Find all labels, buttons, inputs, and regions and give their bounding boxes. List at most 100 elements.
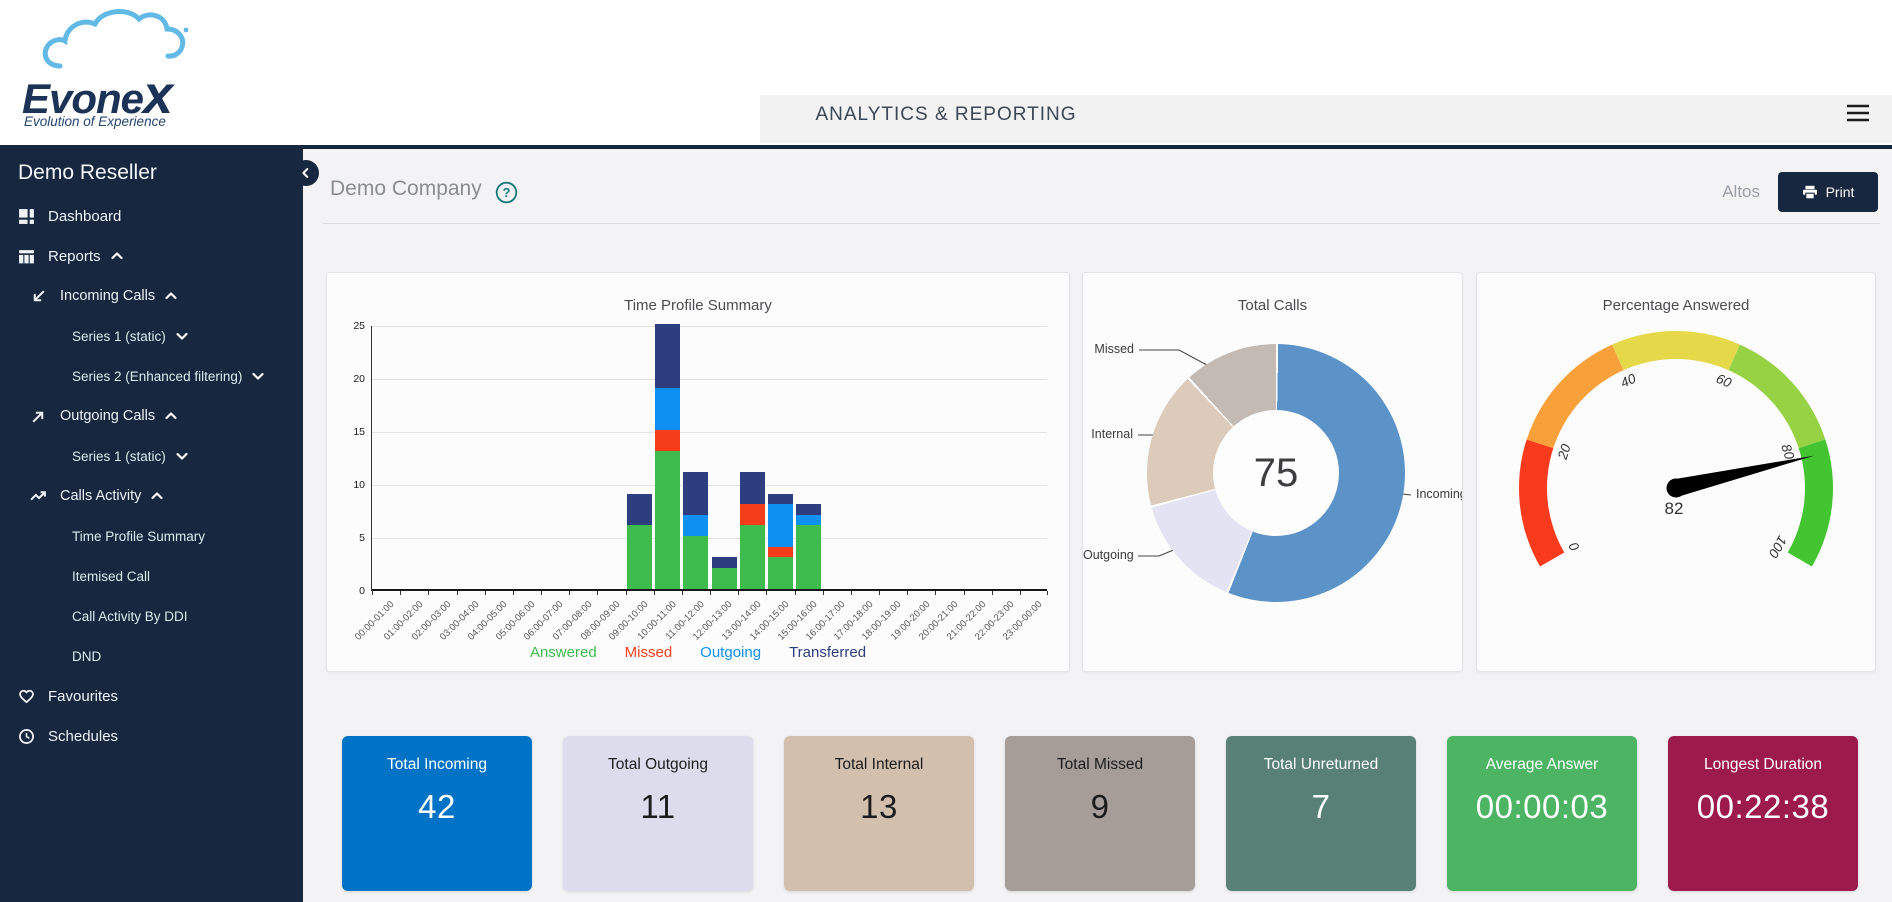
sidebar-item-dnd[interactable]: DND [72, 641, 101, 671]
kpi-card-total-outgoing: Total Outgoing 11 [563, 736, 753, 891]
activity-icon [30, 488, 47, 505]
sidebar-item-label: Itemised Call [72, 569, 150, 584]
sidebar-item-series-1-static-[interactable]: Series 1 (static) [72, 321, 189, 351]
bar-segment-answered [740, 525, 765, 589]
chevron-up-icon [164, 409, 178, 423]
reseller-title: Demo Reseller [18, 161, 157, 185]
sidebar-item-label: Incoming Calls [60, 288, 155, 304]
legend-item-answered: Answered [530, 644, 597, 661]
sidebar-item-label: DND [72, 649, 101, 664]
y-tick-label: 15 [333, 426, 365, 438]
gauge-chart: 02040608010082 [1477, 273, 1877, 673]
company-name: Demo Company [330, 177, 482, 201]
bar-segment-outgoing [768, 504, 793, 546]
bar-segment-transferred [740, 472, 765, 504]
x-tick [992, 591, 993, 595]
x-tick [710, 591, 711, 595]
context-label: Altos [1722, 182, 1760, 202]
help-icon[interactable]: ? [495, 181, 518, 204]
kpi-cards-row: Total Incoming 42 Total Outgoing 11 Total In… [342, 736, 1858, 891]
y-tick-label: 5 [333, 532, 365, 544]
gauge-tick-label: 20 [1554, 442, 1573, 462]
page-title: ANALYTICS & REPORTING [0, 104, 1892, 126]
bar-segment-answered [712, 568, 737, 589]
print-button[interactable]: Print [1778, 172, 1878, 212]
kpi-label: Total Outgoing [593, 755, 723, 776]
x-tick [879, 591, 880, 595]
sidebar-item-label: Time Profile Summary [72, 529, 205, 544]
sidebar-item-label: Reports [48, 248, 101, 265]
gauge-tick-label: 100 [1765, 533, 1789, 560]
sidebar-item-label: Series 1 (static) [72, 449, 166, 464]
total-calls-value: 75 [1254, 451, 1299, 496]
gauge-band-40-60 [1612, 331, 1740, 370]
kpi-value: 00:22:38 [1668, 788, 1858, 826]
sidebar-item-outgoing-calls[interactable]: Outgoing Calls [30, 401, 178, 431]
bar-segment-outgoing [683, 515, 708, 536]
bar-segment-missed [655, 430, 680, 451]
sidebar-item-time-profile-summary[interactable]: Time Profile Summary [72, 521, 205, 551]
hamburger-menu-icon[interactable] [1844, 101, 1872, 127]
gauge-band-0-20 [1519, 439, 1564, 566]
gridline [372, 538, 1047, 539]
bar-segment-missed [768, 547, 793, 558]
chevron-down-icon [251, 369, 265, 383]
x-tick [738, 591, 739, 595]
sidebar-item-favourites[interactable]: Favourites [18, 681, 118, 711]
bar-segment-answered [627, 525, 652, 589]
printer-icon [1802, 185, 1818, 200]
kpi-value: 9 [1005, 788, 1195, 826]
gauge-band-20-40 [1527, 345, 1624, 449]
kpi-label: Total Internal [814, 755, 944, 776]
x-tick [597, 591, 598, 595]
sidebar-item-itemised-call[interactable]: Itemised Call [72, 561, 150, 591]
sidebar-item-call-activity-by-ddi[interactable]: Call Activity By DDI [72, 601, 188, 631]
x-tick [541, 591, 542, 595]
x-tick [1047, 591, 1048, 595]
cloud-icon [38, 8, 208, 70]
x-tick [372, 591, 373, 595]
x-tick [766, 591, 767, 595]
sidebar-item-calls-activity[interactable]: Calls Activity [30, 481, 164, 511]
bar-segment-answered [796, 525, 821, 589]
kpi-label: Total Incoming [372, 755, 502, 776]
donut-label-incoming: Incoming [1416, 487, 1463, 501]
sidebar-item-series-2-enhanced-filtering-[interactable]: Series 2 (Enhanced filtering) [72, 361, 265, 391]
kpi-card-average-answer: Average Answer00:00:03 [1447, 736, 1637, 891]
sidebar-item-incoming-calls[interactable]: Incoming Calls [30, 281, 178, 311]
gridline [372, 432, 1047, 433]
sidebar-item-dashboard[interactable]: Dashboard [18, 201, 121, 231]
incoming-icon [30, 288, 47, 305]
sidebar-item-label: Calls Activity [60, 488, 141, 504]
sidebar-collapse-button[interactable] [293, 160, 319, 186]
kpi-card-total-incoming: Total Incoming 42 [342, 736, 532, 891]
gauge-band-80-100 [1788, 439, 1833, 566]
kpi-label: Total Missed [1035, 755, 1165, 776]
sidebar-item-reports[interactable]: Reports [18, 241, 124, 271]
time-profile-summary-card: Time Profile Summary 0510152025 00:00-01… [326, 272, 1070, 672]
sidebar: Demo Reseller Dashboard Reports Incoming C… [0, 149, 303, 902]
x-tick [457, 591, 458, 595]
bar-segment-answered [768, 557, 793, 589]
x-tick [485, 591, 486, 595]
kpi-card-total-missed: Total Missed 9 [1005, 736, 1195, 891]
chevron-down-icon [175, 329, 189, 343]
sidebar-item-label: Outgoing Calls [60, 408, 155, 424]
gauge-band-60-80 [1728, 345, 1825, 449]
gauge-needle [1674, 456, 1814, 497]
chevron-up-icon [110, 249, 124, 263]
sidebar-item-series-1-static-[interactable]: Series 1 (static) [72, 441, 189, 471]
gauge-tick-label: 60 [1714, 371, 1734, 391]
bar-segment-answered [655, 451, 680, 589]
sidebar-item-label: Call Activity By DDI [72, 609, 188, 624]
kpi-value: 11 [563, 788, 753, 826]
x-tick [682, 591, 683, 595]
legend-item-transferred: Transferred [789, 644, 866, 661]
gridline [372, 326, 1047, 327]
sidebar-item-label: Series 2 (Enhanced filtering) [72, 369, 242, 384]
sidebar-item-label: Dashboard [48, 208, 121, 225]
gridline [372, 379, 1047, 380]
kpi-value: 42 [342, 788, 532, 826]
sidebar-item-schedules[interactable]: Schedules [18, 721, 118, 751]
donut-label-internal: Internal [1083, 427, 1133, 441]
